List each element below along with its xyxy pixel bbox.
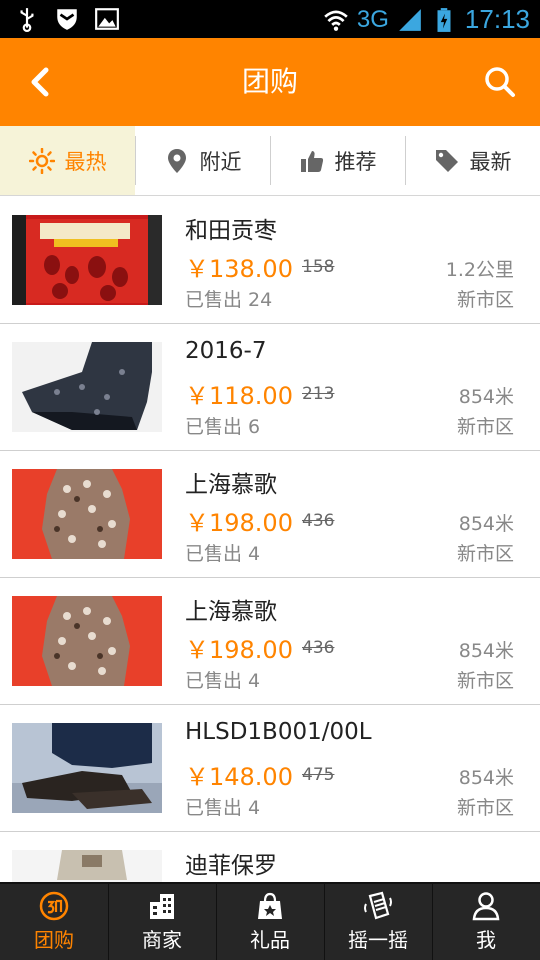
sold-count: 已售出 4 xyxy=(185,797,261,819)
list-item[interactable]: 上海慕歌 ￥198.00 436 854米 已售出 4 新市区 xyxy=(0,578,540,705)
item-area: 新市区 xyxy=(456,416,514,438)
location-pin-icon xyxy=(167,148,186,173)
image-icon xyxy=(95,8,119,30)
tab-newest[interactable]: 最新 xyxy=(405,126,540,195)
nav-me[interactable]: 我 xyxy=(432,884,540,960)
clock: 17:13 xyxy=(464,4,530,34)
nav-gifts[interactable]: 礼品 xyxy=(216,884,324,960)
status-bar: 3G 17:13 xyxy=(0,0,540,38)
nav-label: 商家 xyxy=(142,928,182,952)
item-area: 新市区 xyxy=(456,543,514,565)
product-thumbnail xyxy=(12,850,162,882)
product-thumbnail xyxy=(12,469,162,559)
list-item[interactable]: 上海慕歌 ￥198.00 436 854米 已售出 4 新市区 xyxy=(0,451,540,578)
original-price: 213 xyxy=(302,384,335,404)
tab-nearby[interactable]: 附近 xyxy=(135,126,270,195)
nav-shake[interactable]: 摇一摇 xyxy=(324,884,432,960)
original-price: 436 xyxy=(302,638,335,658)
sold-count: 已售出 6 xyxy=(185,416,261,438)
item-price: ￥118.00 xyxy=(185,382,293,410)
tab-label: 最热 xyxy=(64,149,107,174)
product-thumbnail xyxy=(12,596,162,686)
tab-label: 推荐 xyxy=(334,149,377,174)
item-distance: 854米 xyxy=(458,513,514,535)
nav-label: 礼品 xyxy=(250,928,290,952)
shield-icon xyxy=(57,9,77,30)
search-icon[interactable] xyxy=(482,64,518,100)
deal-list: 和田贡枣 ￥138.00 158 1.2公里 已售出 24 新市区 2016-7… xyxy=(0,197,540,882)
item-distance: 854米 xyxy=(458,386,514,408)
item-distance: 854米 xyxy=(458,767,514,789)
item-name: HLSD1B001/00L xyxy=(185,719,372,745)
item-name: 上海慕歌 xyxy=(185,472,277,498)
product-thumbnail xyxy=(12,215,162,305)
nav-label: 摇一摇 xyxy=(348,928,408,952)
item-price: ￥138.00 xyxy=(185,255,293,283)
nav-group-buy[interactable]: 团购 xyxy=(0,884,108,960)
app-header: 团购 xyxy=(0,38,540,126)
shake-hand-icon xyxy=(364,891,392,920)
item-distance: 1.2公里 xyxy=(445,259,514,281)
tab-recommended[interactable]: 推荐 xyxy=(270,126,405,195)
nav-label: 我 xyxy=(476,928,496,952)
page-title: 团购 xyxy=(241,65,298,98)
product-thumbnail xyxy=(12,723,162,813)
nav-label: 团购 xyxy=(34,928,74,952)
filter-tabs: 最热 附近 推荐 最新 xyxy=(0,126,540,196)
user-icon xyxy=(472,892,500,921)
item-distance: 854米 xyxy=(458,640,514,662)
network-type: 3G xyxy=(356,5,389,33)
item-name: 上海慕歌 xyxy=(185,599,277,625)
item-price: ￥148.00 xyxy=(185,763,293,791)
item-area: 新市区 xyxy=(456,797,514,819)
original-price: 436 xyxy=(302,511,335,531)
item-area: 新市区 xyxy=(456,289,514,311)
gift-bag-icon xyxy=(258,892,282,919)
tag-icon xyxy=(435,149,458,172)
item-price: ￥198.00 xyxy=(185,509,293,537)
sun-icon xyxy=(28,147,55,174)
group-buy-icon xyxy=(39,891,69,921)
original-price: 158 xyxy=(302,257,335,277)
nav-merchants[interactable]: 商家 xyxy=(108,884,216,960)
item-name: 迪菲保罗 xyxy=(185,853,277,879)
list-item[interactable]: 2016-7 ￥118.00 213 854米 已售出 6 新市区 xyxy=(0,324,540,451)
bottom-nav: 团购 商家 礼品 摇一摇 我 xyxy=(0,882,540,960)
product-thumbnail xyxy=(12,342,162,432)
battery-icon xyxy=(437,7,451,32)
wifi-icon xyxy=(324,10,348,31)
tab-hottest[interactable]: 最热 xyxy=(0,126,135,195)
item-name: 2016-7 xyxy=(185,338,267,364)
list-item[interactable]: 和田贡枣 ￥138.00 158 1.2公里 已售出 24 新市区 xyxy=(0,197,540,324)
usb-icon xyxy=(20,8,34,32)
item-name: 和田贡枣 xyxy=(185,218,277,244)
sold-count: 已售出 4 xyxy=(185,543,261,565)
sold-count: 已售出 24 xyxy=(185,289,273,311)
list-item[interactable]: HLSD1B001/00L ￥148.00 475 854米 已售出 4 新市区 xyxy=(0,705,540,832)
signal-icon xyxy=(399,8,421,31)
item-price: ￥198.00 xyxy=(185,636,293,664)
thumbs-up-icon xyxy=(300,150,323,172)
item-area: 新市区 xyxy=(456,670,514,692)
original-price: 475 xyxy=(302,765,335,785)
building-icon xyxy=(150,894,174,919)
list-item[interactable]: 迪菲保罗 xyxy=(0,832,540,882)
tab-label: 附近 xyxy=(199,149,242,174)
sold-count: 已售出 4 xyxy=(185,670,261,692)
tab-label: 最新 xyxy=(469,149,512,174)
